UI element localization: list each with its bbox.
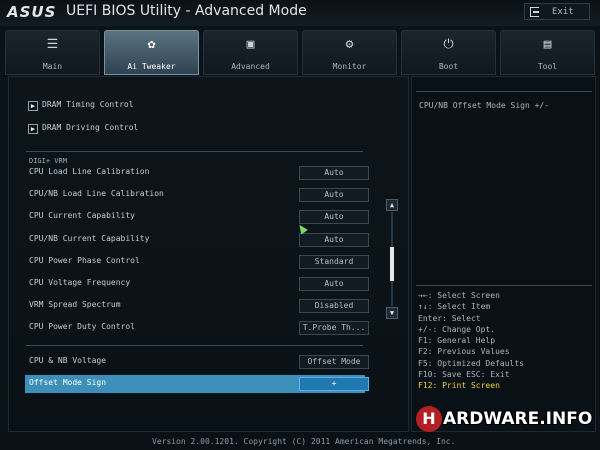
settings-scrollbar[interactable]: ▲ ▼ xyxy=(385,199,399,321)
setting-offset-mode-sign[interactable]: Offset Mode Sign + xyxy=(25,375,369,393)
submenu-label: DRAM Timing Control xyxy=(42,100,134,109)
setting-value[interactable]: Offset Mode xyxy=(299,355,369,369)
scroll-down-arrow-icon[interactable]: ▼ xyxy=(386,307,398,319)
setting-cpu-current[interactable]: CPU Current Capability Auto xyxy=(25,208,369,226)
tab-tool[interactable]: ▤ Tool xyxy=(500,30,595,75)
setting-spread-spectrum[interactable]: VRM Spread Spectrum Disabled xyxy=(25,297,369,315)
monitor-icon: ⚙ xyxy=(345,37,354,52)
main-tabs: ☰ Main ✿ Ai Tweaker ▣ Advanced ⚙ Monitor… xyxy=(0,27,600,76)
tab-label: Main xyxy=(42,62,63,71)
hardware-info-watermark: H ARDWARE.INFO xyxy=(416,404,592,434)
setting-value[interactable]: Auto xyxy=(299,166,369,180)
setting-label: CPU Power Duty Control xyxy=(29,322,135,331)
watermark-text: ARDWARE.INFO xyxy=(443,409,593,429)
setting-label: CPU/NB Load Line Calibration xyxy=(29,189,164,198)
setting-value[interactable]: Auto xyxy=(299,277,369,291)
version-text: Version 2.00.1201. Copyright (C) 2011 Am… xyxy=(152,437,456,446)
key-hint: →←: Select Screen xyxy=(418,291,500,300)
asus-logo: ASUS xyxy=(7,3,57,21)
setting-value[interactable]: T.Probe Th... xyxy=(299,321,369,335)
key-hint: F5: Optimized Defaults xyxy=(418,358,524,368)
key-hint: ↑↓: Select Item xyxy=(418,302,491,312)
watermark-h-logo: H xyxy=(416,406,442,432)
help-panel: CPU/NB Offset Mode Sign +/- →←: Select S… xyxy=(411,76,596,432)
tool-icon: ▤ xyxy=(543,37,552,52)
setting-label: CPU Load Line Calibration xyxy=(29,167,150,176)
tab-label: Advanced xyxy=(231,62,270,71)
tab-label: Monitor xyxy=(332,62,367,71)
footer: Version 2.00.1201. Copyright (C) 2011 Am… xyxy=(0,432,600,450)
scroll-thumb[interactable] xyxy=(390,247,394,281)
help-description: CPU/NB Offset Mode Sign +/- xyxy=(419,101,550,110)
setting-label: CPU/NB Current Capability xyxy=(29,234,150,243)
key-hint-print-screen: F12: Print Screen xyxy=(418,381,500,391)
advanced-icon: ▣ xyxy=(246,37,255,52)
tab-ai-tweaker[interactable]: ✿ Ai Tweaker xyxy=(104,30,199,75)
power-icon: ⏻ xyxy=(443,37,454,52)
tab-label: Ai Tweaker xyxy=(127,62,176,71)
section-divider xyxy=(26,151,363,152)
tab-label: Tool xyxy=(537,62,558,71)
tweaker-icon: ✿ xyxy=(147,37,156,52)
setting-value[interactable]: Auto xyxy=(299,233,369,247)
setting-cpunb-current[interactable]: CPU/NB Current Capability Auto xyxy=(25,231,369,249)
scroll-up-arrow-icon[interactable]: ▲ xyxy=(386,199,398,211)
settings-panel: ▶ DRAM Timing Control ▶ DRAM Driving Con… xyxy=(8,76,409,432)
title-bar: ASUS UEFI BIOS Utility - Advanced Mode E… xyxy=(0,0,600,26)
setting-value[interactable]: Auto xyxy=(299,210,369,224)
app-title: UEFI BIOS Utility - Advanced Mode xyxy=(66,3,307,19)
list-icon: ☰ xyxy=(46,37,59,52)
tab-monitor[interactable]: ⚙ Monitor xyxy=(302,30,397,75)
setting-cpu-nb-voltage[interactable]: CPU & NB Voltage Offset Mode xyxy=(25,353,369,371)
setting-value[interactable]: Standard xyxy=(299,255,369,269)
setting-phase-control[interactable]: CPU Power Phase Control Standard xyxy=(25,253,369,271)
submenu-dram-timing[interactable]: ▶ DRAM Timing Control xyxy=(25,97,365,115)
setting-label: VRM Spread Spectrum xyxy=(29,300,121,309)
setting-label: CPU Power Phase Control xyxy=(29,256,140,265)
setting-value[interactable]: Disabled xyxy=(299,299,369,313)
key-hint: +/-: Change Opt. xyxy=(418,324,496,334)
submenu-arrow-icon: ▶ xyxy=(28,124,38,134)
exit-button[interactable]: Exit xyxy=(524,3,590,20)
tab-main[interactable]: ☰ Main xyxy=(5,30,100,75)
setting-value[interactable]: + xyxy=(299,377,369,391)
setting-label: CPU Voltage Frequency xyxy=(29,278,131,287)
key-hint: F1: General Help xyxy=(418,336,496,346)
key-hint: F2: Previous Values xyxy=(418,347,510,357)
setting-label: Offset Mode Sign xyxy=(29,378,107,387)
help-divider xyxy=(416,91,592,92)
setting-cpu-llc[interactable]: CPU Load Line Calibration Auto xyxy=(25,164,369,182)
setting-cpunb-llc[interactable]: CPU/NB Load Line Calibration Auto xyxy=(25,186,369,204)
setting-label: CPU & NB Voltage xyxy=(29,356,107,365)
setting-value[interactable]: Auto xyxy=(299,188,369,202)
setting-duty-control[interactable]: CPU Power Duty Control T.Probe Th... xyxy=(25,319,369,337)
key-legend: →←: Select Screen ↑↓: Select Item Enter:… xyxy=(418,290,524,392)
section-divider xyxy=(26,345,363,346)
tab-label: Boot xyxy=(438,62,459,71)
submenu-label: DRAM Driving Control xyxy=(42,123,139,132)
help-divider xyxy=(416,285,592,286)
exit-door-icon xyxy=(530,6,539,17)
key-hint: F10: Save ESC: Exit xyxy=(418,370,510,380)
submenu-dram-driving[interactable]: ▶ DRAM Driving Control xyxy=(25,120,365,138)
setting-voltage-frequency[interactable]: CPU Voltage Frequency Auto xyxy=(25,275,369,293)
exit-label: Exit xyxy=(552,6,574,17)
tab-boot[interactable]: ⏻ Boot xyxy=(401,30,496,75)
setting-label: CPU Current Capability xyxy=(29,211,135,220)
submenu-arrow-icon: ▶ xyxy=(28,101,38,111)
key-hint: Enter: Select xyxy=(418,313,481,323)
tab-advanced[interactable]: ▣ Advanced xyxy=(203,30,298,75)
